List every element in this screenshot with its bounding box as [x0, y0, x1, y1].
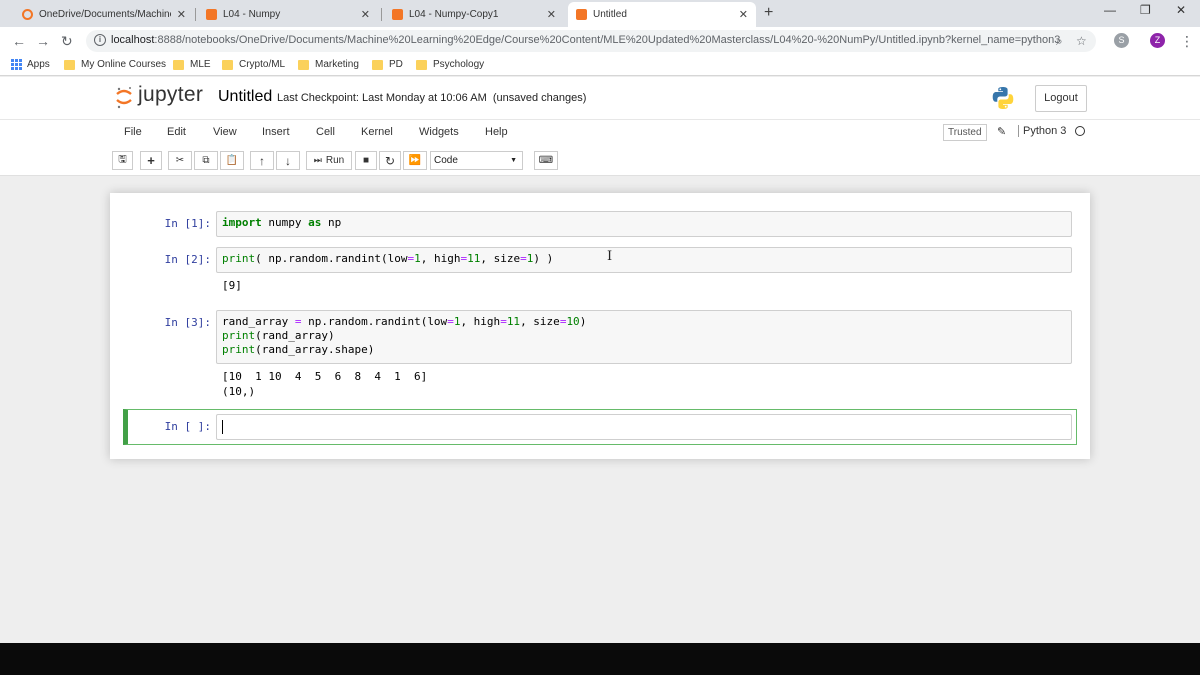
tab-title: L04 - Numpy-Copy1: [409, 9, 499, 20]
tab-title: L04 - Numpy: [223, 9, 281, 20]
paste-icon[interactable]: 📋: [220, 151, 244, 170]
cell-prompt: In [1]:: [164, 217, 211, 230]
bookmark-crypto-ml[interactable]: Crypto/ML: [222, 59, 285, 70]
interrupt-icon[interactable]: ■: [355, 151, 377, 170]
bookmark-marketing[interactable]: Marketing: [298, 59, 359, 70]
new-tab-icon[interactable]: +: [764, 4, 773, 22]
bottom-bar: [0, 643, 1200, 675]
close-icon[interactable]: ✕: [739, 8, 748, 21]
menubar: File Edit View Insert Cell Kernel Widget…: [0, 119, 1200, 145]
reload-icon[interactable]: ↻: [61, 33, 73, 50]
code-cell-1[interactable]: import numpy as np: [216, 211, 1072, 237]
info-icon[interactable]: i: [94, 34, 106, 46]
python-logo-icon: [992, 87, 1014, 109]
cell-output: [9]: [222, 279, 242, 292]
insert-cell-icon[interactable]: +: [140, 151, 162, 170]
bookmark-mle[interactable]: MLE: [173, 59, 211, 70]
forward-icon[interactable]: →: [36, 33, 50, 49]
address-bar[interactable]: i localhost:8888/notebooks/OneDrive/Docu…: [86, 30, 1096, 52]
copy-icon[interactable]: ⧉: [194, 151, 218, 170]
notebook-icon: [576, 9, 587, 20]
tab-title: OneDrive/Documents/Machine L: [39, 9, 171, 20]
checkpoint-status: Last Checkpoint: Last Monday at 10:06 AM…: [277, 92, 587, 104]
kebab-menu-icon[interactable]: ⋮: [1180, 33, 1194, 50]
browser-tab-strip: OneDrive/Documents/Machine L ✕ L04 - Num…: [0, 0, 1200, 27]
folder-icon: [298, 59, 309, 70]
bookmarks-bar: Apps My Online Courses MLE Crypto/ML Mar…: [0, 55, 1200, 76]
url-text: localhost:8888/notebooks/OneDrive/Docume…: [111, 34, 1061, 46]
menu-kernel[interactable]: Kernel: [361, 126, 393, 138]
pencil-icon: ✎: [997, 126, 1007, 138]
restore-icon[interactable]: ❐: [1140, 3, 1151, 17]
move-down-icon[interactable]: ↓: [276, 151, 300, 170]
cell-prompt: In [2]:: [164, 253, 211, 266]
notebook-name[interactable]: Untitled: [218, 88, 272, 106]
browser-tab-l04-numpy-copy1[interactable]: L04 - Numpy-Copy1 ✕: [384, 2, 564, 27]
kernel-idle-icon: [1075, 126, 1085, 136]
cell-type-select[interactable]: Code ▼: [430, 151, 523, 170]
notebook-icon: [392, 9, 403, 20]
cell-output: [10 1 10 4 5 6 8 4 1 6]: [222, 370, 428, 383]
apps-grid-icon: [11, 59, 22, 70]
close-icon[interactable]: ✕: [177, 8, 186, 21]
bookmark-my-online-courses[interactable]: My Online Courses: [64, 59, 166, 70]
cell-prompt: In [ ]:: [164, 420, 211, 433]
code-cell-3[interactable]: rand_array = np.random.randint(low=1, hi…: [216, 310, 1072, 364]
cell-prompt: In [3]:: [164, 316, 211, 329]
fast-forward-icon[interactable]: ⏩: [403, 151, 427, 170]
notebook-icon: [206, 9, 217, 20]
code-cell-2[interactable]: print( np.random.randint(low=1, high=11,…: [216, 247, 1072, 273]
kernel-name[interactable]: Python 3: [1018, 125, 1066, 137]
menu-file[interactable]: File: [124, 126, 142, 138]
trusted-indicator[interactable]: Trusted: [943, 124, 987, 141]
menu-edit[interactable]: Edit: [167, 126, 186, 138]
menu-view[interactable]: View: [213, 126, 237, 138]
browser-tab-onedrive[interactable]: OneDrive/Documents/Machine L ✕: [14, 2, 194, 27]
folder-icon: [416, 59, 427, 70]
cut-icon[interactable]: ✂: [168, 151, 192, 170]
back-icon[interactable]: ←: [12, 33, 26, 49]
folder-icon: [222, 59, 233, 70]
move-up-icon[interactable]: ↑: [250, 151, 274, 170]
folder-icon: [64, 59, 75, 70]
menu-cell[interactable]: Cell: [316, 126, 335, 138]
zoom-icon[interactable]: ⌕: [1056, 34, 1063, 49]
cell-output: (10,): [222, 385, 256, 398]
bookmark-psychology[interactable]: Psychology: [416, 59, 484, 70]
bookmark-pd[interactable]: PD: [372, 59, 403, 70]
jupyter-brand[interactable]: jupyter: [138, 83, 203, 107]
step-forward-icon: ⏭: [313, 155, 322, 165]
folder-icon: [173, 59, 184, 70]
screen: OneDrive/Documents/Machine L ✕ L04 - Num…: [0, 0, 1200, 643]
menu-widgets[interactable]: Widgets: [419, 126, 459, 138]
window-close-icon[interactable]: ✕: [1176, 3, 1186, 17]
folder-icon: [372, 59, 383, 70]
save-icon[interactable]: 🖫: [112, 151, 133, 170]
keyboard-icon[interactable]: ⌨: [534, 151, 558, 170]
close-icon[interactable]: ✕: [361, 8, 370, 21]
jupyter-circle-icon: [22, 9, 33, 20]
browser-tab-l04-numpy[interactable]: L04 - Numpy ✕: [198, 2, 378, 27]
ibeam-cursor-icon: I: [607, 249, 613, 264]
text-cursor: [222, 420, 223, 434]
restart-icon[interactable]: ↻: [379, 151, 401, 170]
run-button[interactable]: ⏭ Run: [306, 151, 352, 170]
caret-down-icon: ▼: [510, 157, 517, 164]
jupyter-header: jupyter Untitled Last Checkpoint: Last M…: [0, 77, 1200, 119]
minimize-icon[interactable]: —: [1104, 3, 1116, 17]
browser-tab-untitled[interactable]: Untitled ✕: [568, 2, 756, 27]
tab-title: Untitled: [593, 9, 627, 20]
extension-icon[interactable]: S: [1114, 33, 1129, 48]
code-cell-4[interactable]: [216, 414, 1072, 440]
address-row: ← → ↻ i localhost:8888/notebooks/OneDriv…: [0, 27, 1200, 55]
close-icon[interactable]: ✕: [547, 8, 556, 21]
jupyter-logo-icon[interactable]: [115, 85, 133, 109]
bookmark-star-icon[interactable]: ☆: [1076, 34, 1087, 48]
menu-help[interactable]: Help: [485, 126, 508, 138]
profile-avatar[interactable]: Z: [1150, 33, 1165, 48]
menu-insert[interactable]: Insert: [262, 126, 290, 138]
logout-button[interactable]: Logout: [1035, 85, 1087, 112]
notebook-toolbar: 🖫 + ✂ ⧉ 📋 ↑ ↓ ⏭ Run ■ ↻ ⏩ Code ▼ ⌨: [0, 145, 1200, 176]
bookmark-apps[interactable]: Apps: [11, 59, 50, 70]
